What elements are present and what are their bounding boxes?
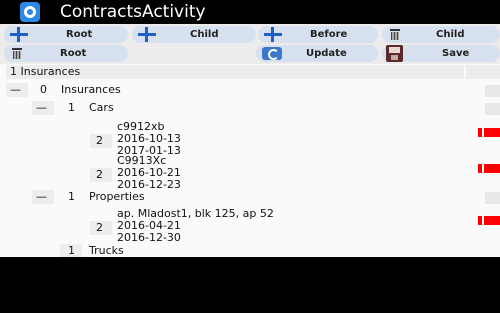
toggle-cars[interactable]: —: [36, 101, 47, 115]
app-title: ContractsActivity: [60, 2, 206, 22]
node-trucks[interactable]: Trucks: [89, 244, 124, 257]
node-level: 1: [68, 190, 75, 203]
delete-child-label: Child: [436, 29, 465, 40]
add-root-label: Root: [66, 29, 93, 40]
delete-root-button[interactable]: Root: [4, 45, 128, 62]
node-level: 1: [68, 244, 75, 257]
node-level: 2: [96, 221, 103, 234]
contract-end-date: 2016-12-30: [117, 231, 181, 244]
app-icon: [20, 2, 40, 22]
delete-root-label: Root: [60, 48, 87, 59]
save-label: Save: [442, 48, 470, 59]
plus-icon: [10, 27, 28, 42]
toolbar: Root Child Before Child Root Update Save: [0, 24, 500, 64]
tree-view: 1 Insurances — 0 Insurances — 1 Cars 2 c…: [0, 64, 500, 257]
tree-header-label: 1 Insurances: [10, 65, 81, 78]
plus-icon: [138, 27, 156, 42]
save-button[interactable]: Save: [382, 45, 500, 62]
add-before-label: Before: [310, 29, 348, 40]
floppy-disk-icon: [386, 45, 403, 62]
node-level: 2: [96, 134, 103, 147]
delete-child-button[interactable]: Child: [382, 26, 500, 43]
plus-icon: [264, 27, 282, 42]
node-level: 0: [40, 83, 47, 96]
node-insurances[interactable]: Insurances: [61, 83, 121, 97]
status-marker: [478, 164, 500, 173]
tree-header: 1 Insurances: [6, 65, 464, 79]
node-level: 2: [96, 168, 103, 181]
node-level: 1: [68, 101, 75, 114]
add-root-button[interactable]: Root: [4, 26, 128, 43]
node-properties[interactable]: Properties: [89, 190, 145, 204]
toggle-properties[interactable]: —: [36, 190, 47, 204]
status-marker: [478, 216, 500, 225]
refresh-icon: [262, 47, 282, 60]
node-cars[interactable]: Cars: [89, 101, 114, 115]
add-child-label: Child: [190, 29, 219, 40]
status-marker: [478, 128, 500, 137]
trash-icon: [390, 29, 400, 40]
title-bar: ContractsActivity: [0, 0, 500, 24]
add-before-button[interactable]: Before: [258, 26, 378, 43]
toggle-insurances[interactable]: —: [10, 83, 21, 97]
bottom-bar: [0, 257, 500, 313]
header-right-cell: [466, 65, 500, 79]
trash-icon: [12, 48, 22, 59]
update-button[interactable]: Update: [256, 45, 378, 62]
update-label: Update: [306, 48, 347, 59]
add-child-button[interactable]: Child: [132, 26, 256, 43]
app-window: ContractsActivity Root Child Before Chil…: [0, 0, 500, 313]
